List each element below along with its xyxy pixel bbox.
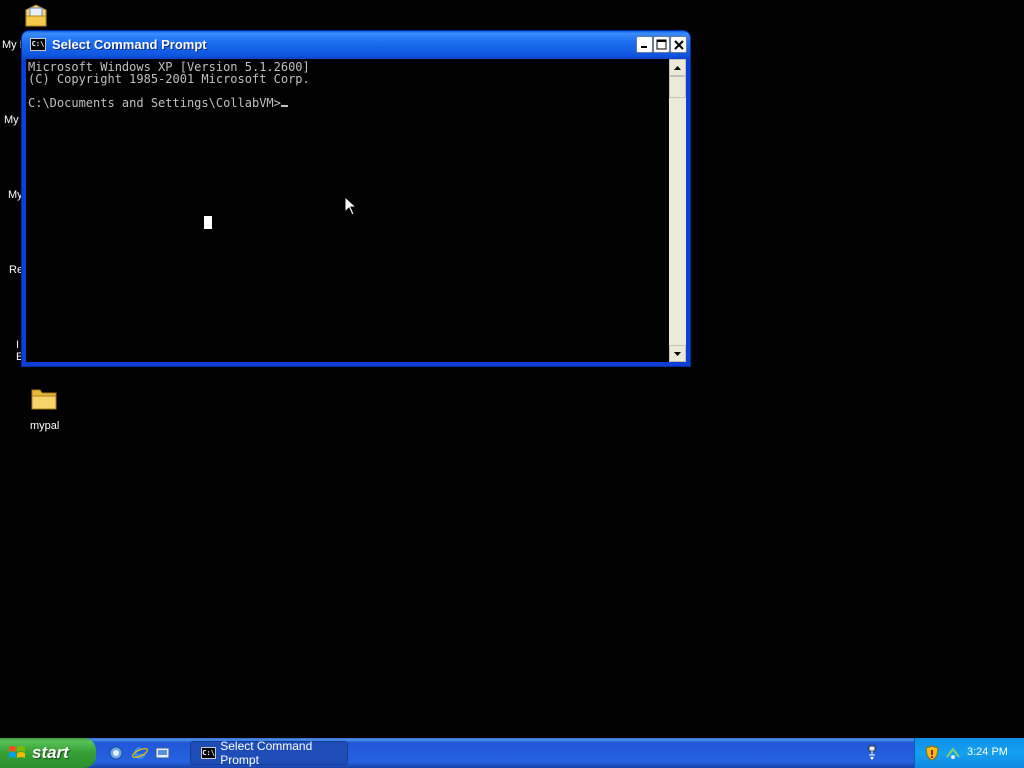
command-prompt-window[interactable]: C:\ Select Command Prompt Microsoft Wind…: [22, 31, 690, 366]
window-client-area: Microsoft Windows XP [Version 5.1.2600] …: [26, 59, 686, 362]
vertical-scrollbar[interactable]: [669, 59, 686, 362]
arrow-down-icon: [674, 351, 681, 356]
taskbar-button-command-prompt[interactable]: C:\ Select Command Prompt: [190, 739, 348, 767]
maximize-button[interactable]: [653, 36, 670, 53]
windows-logo-icon: [9, 746, 25, 758]
network-icon[interactable]: [866, 745, 878, 761]
scroll-thumb[interactable]: [669, 76, 686, 98]
taskbar-button-label: Select Command Prompt: [220, 739, 313, 767]
mouse-pointer-icon: [344, 196, 356, 216]
show-desktop-icon[interactable]: [155, 745, 171, 761]
close-button[interactable]: [670, 36, 687, 53]
desktop-icon-label: I: [16, 339, 20, 351]
close-icon: [673, 39, 684, 50]
minimize-icon: [641, 46, 647, 48]
internet-explorer-icon[interactable]: [132, 745, 148, 761]
command-prompt-icon: C:\: [30, 38, 46, 51]
command-prompt-icon: C:\: [201, 747, 217, 759]
desktop-icon-label: Re: [9, 264, 24, 276]
title-bar[interactable]: C:\ Select Command Prompt: [22, 31, 690, 59]
desktop-icon-label-mypal: mypal: [30, 420, 60, 432]
taskbar: start C:\ Select Command Prompt 3:24 PM: [0, 738, 1024, 768]
scroll-up-button[interactable]: [669, 59, 686, 76]
arrow-up-icon: [674, 65, 681, 70]
system-tray: 3:24 PM: [914, 738, 1024, 768]
quick-launch-icon[interactable]: [108, 745, 124, 761]
start-label: start: [32, 743, 69, 762]
start-button[interactable]: start: [0, 738, 96, 768]
desktop-icon-label: My: [4, 114, 19, 126]
scroll-down-button[interactable]: [669, 345, 686, 362]
clock[interactable]: 3:24 PM: [967, 746, 1008, 758]
text-cursor: [280, 105, 288, 107]
desktop-icon-label: My: [8, 189, 23, 201]
console-prompt: C:\Documents and Settings\CollabVM>: [28, 96, 281, 110]
folder-icon[interactable]: [30, 385, 58, 416]
security-shield-icon[interactable]: [925, 745, 939, 761]
selection-block-cursor: [204, 216, 212, 229]
maximize-icon: [656, 39, 667, 50]
window-title: Select Command Prompt: [52, 37, 207, 52]
minimize-button[interactable]: [636, 36, 653, 53]
network-connection-icon[interactable]: [945, 745, 961, 761]
console-line: (C) Copyright 1985-2001 Microsoft Corp.: [28, 72, 310, 86]
